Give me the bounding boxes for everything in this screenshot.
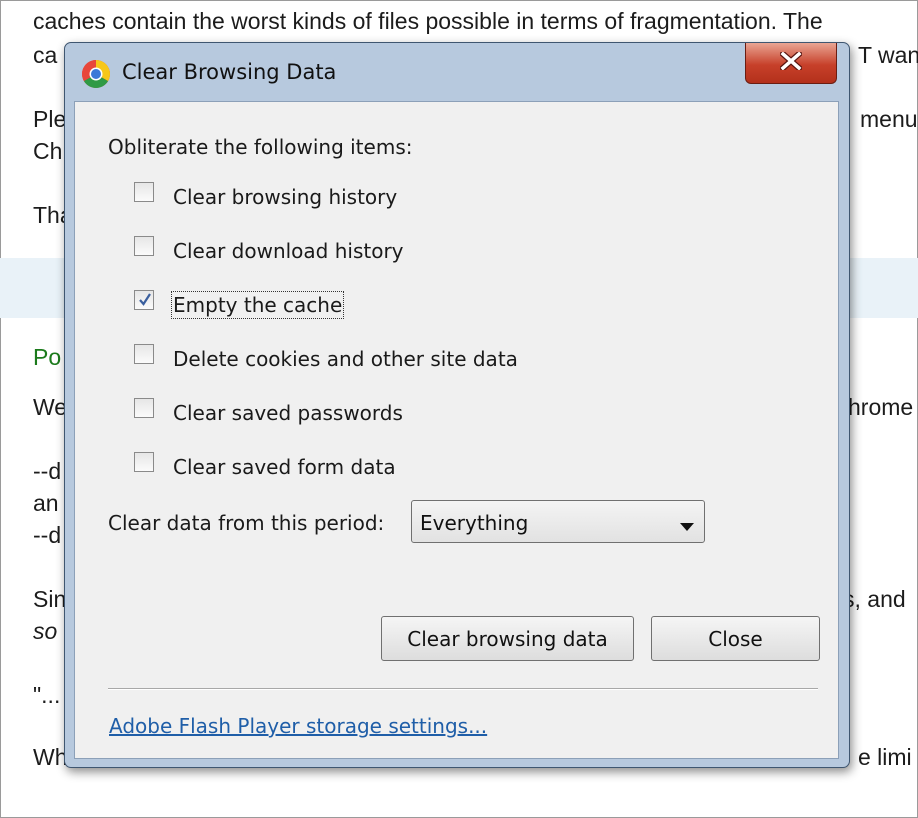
bg-text-line: ca [33, 42, 58, 68]
close-icon [778, 49, 804, 75]
option-label[interactable]: Empty the cache [170, 291, 345, 319]
bg-text-line: so [33, 618, 58, 644]
checkbox-empty-the-cache[interactable] [134, 290, 154, 310]
window-close-button[interactable] [745, 43, 837, 84]
bg-text-line: Sin [33, 586, 67, 612]
options-heading: Obliterate the following items: [108, 135, 413, 159]
bg-text-line: s, and [843, 586, 906, 612]
dialog-client-area: Obliterate the following items: Clear br… [74, 101, 839, 759]
checkbox-clear-saved-passwords[interactable] [134, 398, 154, 418]
checkbox-clear-saved-form-data[interactable] [134, 452, 154, 472]
checkbox-delete-cookies[interactable] [134, 344, 154, 364]
period-label: Clear data from this period: [108, 511, 385, 535]
chrome-icon [81, 59, 111, 89]
bg-heading: Po [33, 344, 62, 370]
option-label[interactable]: Clear saved passwords [173, 401, 403, 425]
bg-text-line: hrome [848, 394, 914, 420]
separator [108, 688, 818, 690]
dialog-title: Clear Browsing Data [122, 60, 337, 84]
bg-text-line: Ple [33, 106, 67, 132]
clear-browsing-data-dialog: Clear Browsing Data Obliterate the follo… [64, 42, 850, 768]
bg-text-line: e limi [858, 744, 912, 770]
checkmark-icon [139, 293, 151, 306]
bg-text-line: T want [858, 42, 918, 68]
bg-text-line: an [33, 490, 59, 516]
bg-text-line: Wh [33, 744, 68, 770]
bg-text-line: Ch [33, 138, 63, 164]
dropdown-arrow-icon [680, 518, 694, 536]
bg-text-line: --d [33, 458, 62, 484]
dialog-titlebar[interactable]: Clear Browsing Data [65, 43, 849, 101]
period-select-value: Everything [420, 511, 529, 535]
bg-text-line: "... [33, 682, 61, 708]
clear-browsing-data-button[interactable]: Clear browsing data [381, 616, 634, 661]
option-label[interactable]: Clear saved form data [173, 455, 396, 479]
bg-text-line: --d [33, 522, 62, 548]
option-label[interactable]: Clear browsing history [173, 185, 397, 209]
close-button[interactable]: Close [651, 616, 820, 661]
bg-text-line: caches contain the worst kinds of files … [33, 8, 823, 34]
option-label[interactable]: Clear download history [173, 239, 404, 263]
option-label[interactable]: Delete cookies and other site data [173, 347, 518, 371]
checkbox-clear-download-history[interactable] [134, 236, 154, 256]
flash-storage-settings-link[interactable]: Adobe Flash Player storage settings... [109, 714, 487, 738]
bg-text-line: We [33, 394, 68, 420]
period-select[interactable]: Everything [411, 500, 705, 543]
bg-text-line: menu [860, 106, 918, 132]
checkbox-clear-browsing-history[interactable] [134, 182, 154, 202]
